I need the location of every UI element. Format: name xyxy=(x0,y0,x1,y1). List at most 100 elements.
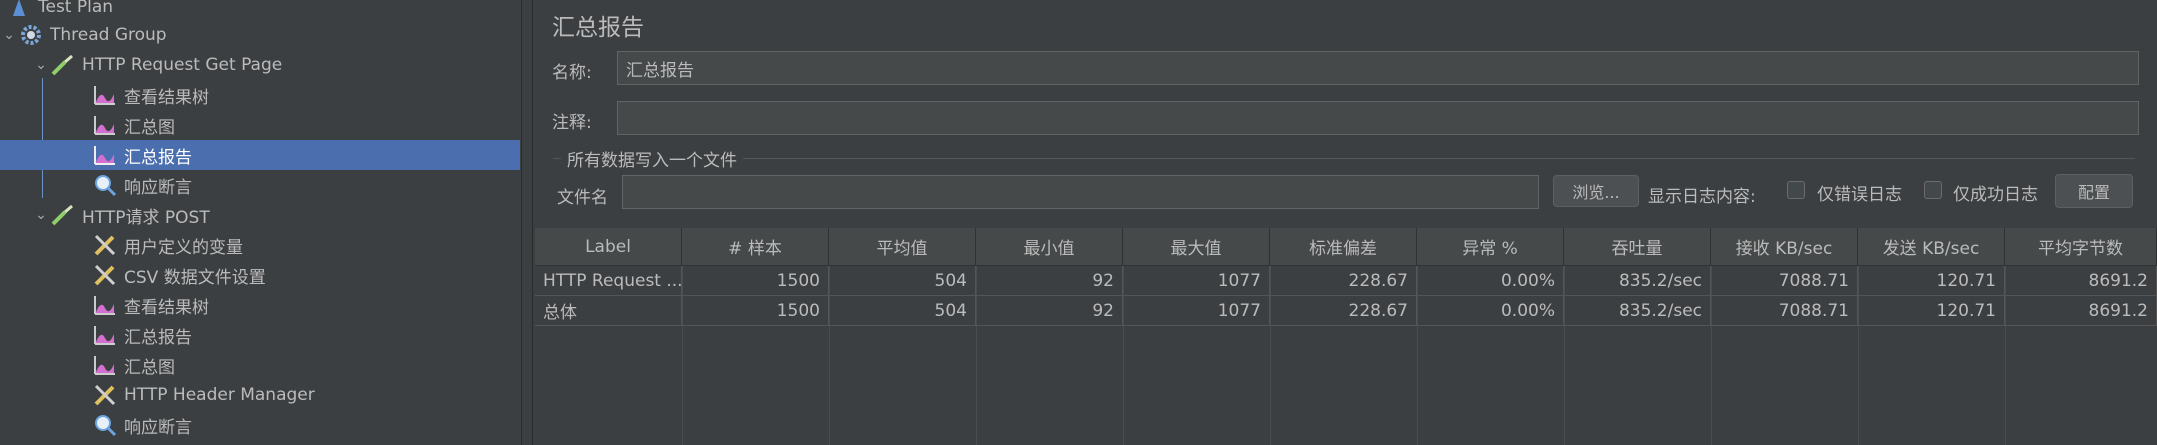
page-title: 汇总报告 xyxy=(552,15,644,41)
tree-item-test-plan[interactable]: Test Plan xyxy=(0,0,520,22)
table-cell: 总体 xyxy=(535,296,682,326)
tree-item-label: HTTP请求 POST xyxy=(82,207,210,228)
table-cell: 8691.2 xyxy=(2005,266,2157,296)
tree-item-csv-data-set-config[interactable]: CSV 数据文件设置 xyxy=(0,260,520,290)
table-cell: 228.67 xyxy=(1270,266,1417,296)
file-name-field[interactable] xyxy=(622,175,1539,209)
name-label: 名称: xyxy=(552,63,592,83)
table-cell: 835.2/sec xyxy=(1564,266,1711,296)
table-cell: 1077 xyxy=(1123,266,1270,296)
column-header[interactable]: 异常 % xyxy=(1417,228,1564,266)
table-cell: 120.71 xyxy=(1858,296,2005,326)
errors-only-label: 仅错误日志 xyxy=(1817,185,1902,205)
pipette-icon xyxy=(50,52,76,78)
split-pane-divider[interactable] xyxy=(521,0,533,445)
tree-item-label: 汇总图 xyxy=(124,117,175,138)
tree-item-summary-report-2[interactable]: 汇总报告 xyxy=(0,320,520,350)
results-table[interactable]: Label # 样本 平均值 最小值 最大值 标准偏差 异常 % 吞吐量 接收 KB/sec 发送… xyxy=(535,228,2157,445)
table-cell: 835.2/sec xyxy=(1564,296,1711,326)
tree-item-label: HTTP Request Get Page xyxy=(82,55,283,75)
chevron-down-icon[interactable]: ⌄ xyxy=(0,27,18,43)
tree-item-summary-report[interactable]: 汇总报告 xyxy=(0,140,520,170)
tree-item-response-assertion[interactable]: 响应断言 xyxy=(0,170,520,200)
column-header[interactable]: 接收 KB/sec xyxy=(1711,228,1858,266)
tree-item-user-defined-variables[interactable]: 用户定义的变量 xyxy=(0,230,520,260)
graph-icon xyxy=(92,352,118,378)
tree-item-label: Thread Group xyxy=(50,25,167,45)
graph-icon xyxy=(92,322,118,348)
name-field[interactable]: 汇总报告 xyxy=(617,51,2139,85)
table-cell: 0.00% xyxy=(1417,266,1564,296)
tree-item-label: CSV 数据文件设置 xyxy=(124,267,266,288)
magnifier-icon xyxy=(92,172,118,198)
tree-item-label: Test Plan xyxy=(38,0,114,17)
table-cell: 8691.2 xyxy=(2005,296,2157,326)
configure-button[interactable]: 配置 xyxy=(2055,174,2133,208)
tree-item-response-assertion-2[interactable]: 响应断言 xyxy=(0,410,520,440)
test-plan-tree[interactable]: Test Plan ⌄ Thread Group ⌄ HTTP Request … xyxy=(0,0,520,445)
table-cell: 228.67 xyxy=(1270,296,1417,326)
table-cell: 92 xyxy=(976,266,1123,296)
table-cell: HTTP Request ... xyxy=(535,266,682,296)
tree-item-http-request-get-page[interactable]: ⌄ HTTP Request Get Page xyxy=(0,50,520,80)
table-cell: 1077 xyxy=(1123,296,1270,326)
column-header[interactable]: 吞吐量 xyxy=(1564,228,1711,266)
column-header[interactable]: 最小值 xyxy=(976,228,1123,266)
table-cell: 7088.71 xyxy=(1711,266,1858,296)
table-cell: 120.71 xyxy=(1858,266,2005,296)
tree-item-label: 响应断言 xyxy=(124,417,192,438)
column-header[interactable]: # 样本 xyxy=(682,228,829,266)
gear-icon xyxy=(18,22,44,48)
tree-item-label: 汇总报告 xyxy=(124,147,192,168)
tree-item-thread-group[interactable]: ⌄ Thread Group xyxy=(0,20,520,50)
test-plan-icon xyxy=(6,0,32,20)
column-header[interactable]: 平均值 xyxy=(829,228,976,266)
file-name-label: 文件名 xyxy=(557,188,608,208)
comment-label: 注释: xyxy=(552,113,592,133)
group-title: 所有数据写入一个文件 xyxy=(561,146,743,171)
wrench-icon xyxy=(92,262,118,288)
column-header[interactable]: 标准偏差 xyxy=(1270,228,1417,266)
tree-item-label: 汇总图 xyxy=(124,357,175,378)
group-divider xyxy=(553,158,2135,159)
chevron-down-icon[interactable]: ⌄ xyxy=(32,57,50,73)
tree-item-http-header-manager[interactable]: HTTP Header Manager xyxy=(0,380,520,410)
graph-icon xyxy=(92,112,118,138)
column-header[interactable]: 发送 KB/sec xyxy=(1858,228,2005,266)
errors-only-checkbox[interactable] xyxy=(1787,181,1805,199)
column-header[interactable]: 最大值 xyxy=(1123,228,1270,266)
column-header[interactable]: Label xyxy=(535,228,682,266)
tree-item-label: 汇总报告 xyxy=(124,327,192,348)
tree-item-label: 查看结果树 xyxy=(124,297,209,318)
pipette-icon xyxy=(50,202,76,228)
tree-item-view-results-tree[interactable]: 查看结果树 xyxy=(0,80,520,110)
tree-item-view-results-tree-2[interactable]: 查看结果树 xyxy=(0,290,520,320)
wrench-icon xyxy=(92,232,118,258)
tree-item-label: 查看结果树 xyxy=(124,87,209,108)
column-header[interactable]: 平均字节数 xyxy=(2005,228,2157,266)
table-cell: 504 xyxy=(829,266,976,296)
table-cell: 7088.71 xyxy=(1711,296,1858,326)
graph-icon xyxy=(92,292,118,318)
magnifier-icon xyxy=(92,412,118,438)
table-cell: 0.00% xyxy=(1417,296,1564,326)
success-only-label: 仅成功日志 xyxy=(1953,185,2038,205)
comment-field[interactable] xyxy=(617,101,2139,135)
graph-icon xyxy=(92,142,118,168)
log-content-label: 显示日志内容: xyxy=(1648,187,1756,207)
table-cell: 1500 xyxy=(682,296,829,326)
tree-item-http-request-post[interactable]: ⌄ HTTP请求 POST xyxy=(0,200,520,230)
browse-button[interactable]: 浏览... xyxy=(1553,175,1639,207)
tree-item-aggregate-graph[interactable]: 汇总图 xyxy=(0,110,520,140)
tree-item-aggregate-graph-2[interactable]: 汇总图 xyxy=(0,350,520,380)
tree-item-label: 响应断言 xyxy=(124,177,192,198)
graph-icon xyxy=(92,82,118,108)
table-cell: 92 xyxy=(976,296,1123,326)
table-cell: 504 xyxy=(829,296,976,326)
tree-item-label: 用户定义的变量 xyxy=(124,237,243,258)
chevron-down-icon[interactable]: ⌄ xyxy=(32,207,50,223)
wrench-icon xyxy=(92,382,118,408)
summary-report-panel: 汇总报告 名称: 汇总报告 注释: 所有数据写入一个文件 文件名 浏览... 显… xyxy=(535,0,2157,445)
success-only-checkbox[interactable] xyxy=(1924,181,1942,199)
tree-item-label: HTTP Header Manager xyxy=(124,385,315,405)
